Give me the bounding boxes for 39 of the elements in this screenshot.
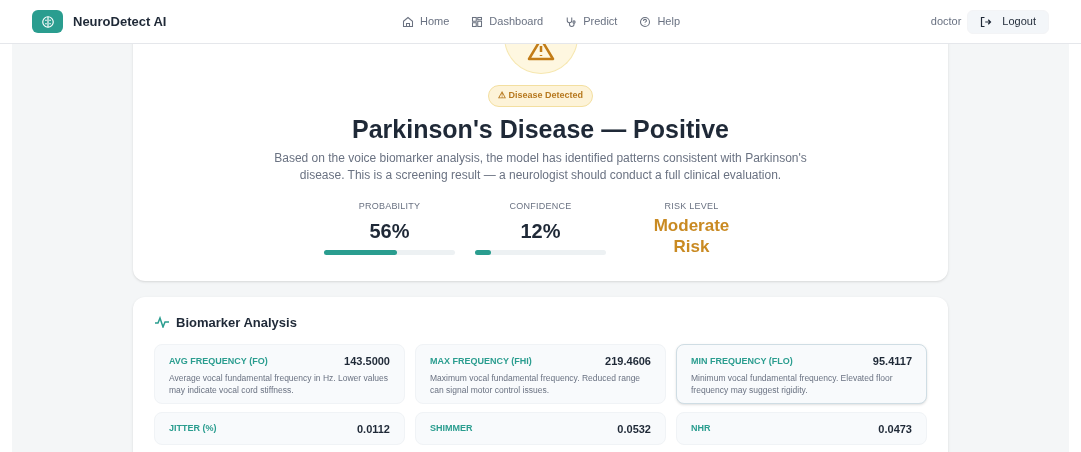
result-description: Based on the voice biomarker analysis, the model has identified patterns consistent with Parkinson's disease. This is a screening result — a neurologist should conduct a full clinical evaluation. [273,150,808,184]
biomarker-value: 143.5000 [344,354,390,369]
stethoscope-icon [565,15,578,28]
brain-logo-icon [32,10,63,33]
logout-icon [980,15,993,28]
biomarker-label: MAX FREQUENCY (FHI) [430,354,532,368]
home-icon [402,15,414,28]
status-badge: ⚠ Disease Detected [487,85,593,107]
biomarker-label: NHR [691,422,711,435]
stat-label: RISK LEVEL [664,200,719,213]
stat-value: 56% [369,218,410,244]
risk-level: Moderate Risk [652,214,731,257]
biomarker-value: 0.0532 [617,421,651,437]
biomarker-label: SHIMMER [430,422,473,435]
biomarker-label: MIN FREQUENCY (FLO) [691,354,793,368]
stat-label: CONFIDENCE [509,200,572,213]
nav-link[interactable]: Predict [565,13,618,30]
stat-value: 12% [520,218,561,244]
logout-button[interactable]: Logout [967,9,1049,34]
biomarker-description: Minimum vocal fundamental frequency. Elevated floor frequency may suggest rigidity. [691,371,894,396]
section-title: Biomarker Analysis [176,313,297,332]
grid-icon [471,15,484,28]
nav-link[interactable]: Home [402,13,450,30]
stat-label: PROBABILITY [358,200,421,213]
biomarker-description: Average vocal fundamental frequency in Hz. Lower values may indicate vocal cord stiffness. [169,371,390,396]
biomarker-value: 0.0473 [878,421,912,437]
biomarker-label: JITTER (%) [169,422,217,435]
result-title: Parkinson's Disease — Positive [352,113,729,145]
biomarker-label: AVG FREQUENCY (FO) [169,354,268,368]
biomarker-value: 219.4606 [605,354,651,369]
biomarker-description: Maximum vocal fundamental frequency. Reduced range can signal motor control issues. [430,371,642,396]
activity-icon [154,316,170,329]
nav-link[interactable]: Help [639,13,681,30]
biomarker-value: 0.0112 [356,421,390,437]
nav-link[interactable]: Dashboard [471,13,544,30]
username: doctor [930,14,962,30]
biomarker-value: 95.4117 [872,354,912,369]
app-title: NeuroDetect AI [73,12,167,31]
help-icon [639,15,652,28]
